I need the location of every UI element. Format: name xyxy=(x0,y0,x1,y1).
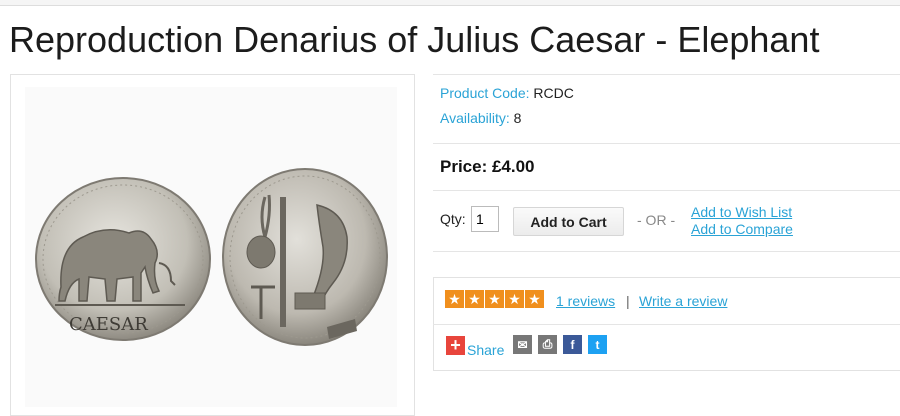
add-to-wish-list-link[interactable]: Add to Wish List xyxy=(691,204,792,220)
star-icon: ★ xyxy=(525,290,544,308)
review-separator: | xyxy=(626,293,630,309)
divider xyxy=(433,324,900,325)
top-bar xyxy=(0,0,900,6)
qty-label: Qty: xyxy=(440,211,466,227)
availability-label: Availability: xyxy=(440,110,510,126)
price: Price: £4.00 xyxy=(440,157,535,176)
product-image[interactable]: CAESAR xyxy=(25,87,397,407)
add-to-compare-link[interactable]: Add to Compare xyxy=(691,221,793,237)
divider xyxy=(433,190,900,191)
email-icon[interactable]: ✉ xyxy=(513,335,532,354)
reviews-count-link[interactable]: 1 reviews xyxy=(556,293,615,309)
add-to-cart-button[interactable]: Add to Cart xyxy=(513,207,624,236)
divider xyxy=(433,74,900,75)
product-code: Product Code: RCDC xyxy=(440,85,574,101)
rating-stars: ★ ★ ★ ★ ★ xyxy=(445,290,544,308)
star-icon: ★ xyxy=(505,290,524,308)
or-separator: - OR - xyxy=(637,212,676,228)
coin-obverse: CAESAR xyxy=(35,177,211,341)
star-icon: ★ xyxy=(485,290,504,308)
star-icon: ★ xyxy=(465,290,484,308)
share-label[interactable]: Share xyxy=(467,342,504,358)
facebook-icon[interactable]: f xyxy=(563,335,582,354)
availability: Availability: 8 xyxy=(440,110,521,126)
availability-value: 8 xyxy=(513,110,522,126)
divider xyxy=(433,251,900,252)
page-title: Reproduction Denarius of Julius Caesar -… xyxy=(9,19,820,60)
coin-image: CAESAR xyxy=(35,168,388,346)
product-image-frame[interactable]: CAESAR xyxy=(10,74,415,416)
product-code-value: RCDC xyxy=(533,85,574,101)
coin-inscription: CAESAR xyxy=(69,314,148,335)
qty-input[interactable] xyxy=(471,206,499,232)
star-icon: ★ xyxy=(445,290,464,308)
coin-reverse xyxy=(222,168,388,346)
divider xyxy=(433,143,900,144)
print-icon[interactable]: ⎙ xyxy=(538,335,557,354)
product-code-label: Product Code: xyxy=(440,85,530,101)
twitter-icon[interactable]: t xyxy=(588,335,607,354)
share-plus-icon[interactable]: + xyxy=(446,336,465,355)
write-review-link[interactable]: Write a review xyxy=(639,293,727,309)
